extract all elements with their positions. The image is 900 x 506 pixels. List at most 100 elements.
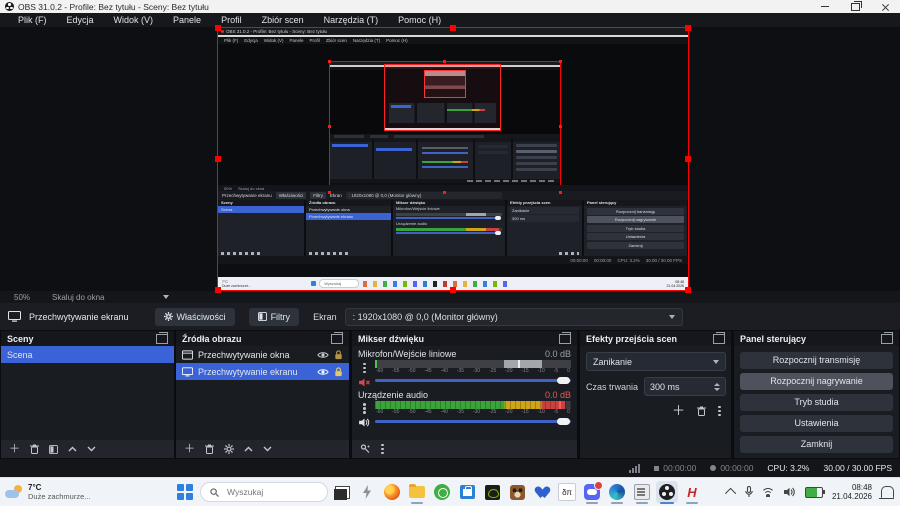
scene-filters-button[interactable] [49, 444, 58, 454]
search-input[interactable] [225, 486, 314, 498]
preview-canvas-screen-capture[interactable]: OBS 31.0.2 - Profile: Bez tytułu - Sceny… [215, 25, 691, 293]
close-button[interactable] [870, 0, 900, 13]
wifi-icon[interactable] [761, 487, 775, 497]
move-source-up-button[interactable] [244, 446, 253, 452]
document-app-icon[interactable] [631, 481, 653, 504]
clock[interactable]: 08:48 21.04.2026 [832, 483, 872, 502]
search-box[interactable] [200, 482, 328, 502]
selection-handle[interactable] [215, 25, 221, 31]
remove-source-button[interactable] [205, 444, 214, 454]
battery-icon[interactable] [804, 486, 825, 498]
transition-menu-kebab-icon[interactable] [718, 404, 721, 418]
lightning-icon[interactable] [356, 481, 378, 503]
selection-handle[interactable] [685, 25, 691, 31]
screen-select[interactable]: : 1920x1080 @ 0,0 (Monitor główny) [344, 307, 683, 326]
lock-icon[interactable] [334, 366, 343, 377]
source-properties-gear-button[interactable] [224, 444, 234, 454]
remove-transition-button[interactable] [697, 406, 706, 416]
mic-icon[interactable] [745, 486, 753, 498]
selection-handle[interactable] [450, 25, 456, 31]
math-app-icon[interactable]: δπ [556, 481, 578, 503]
mute-speaker-icon[interactable] [359, 377, 370, 387]
selection-handle[interactable] [215, 287, 221, 293]
control-button[interactable]: Tryb studia [740, 394, 893, 411]
mini-preview-canvas-level-3 [384, 64, 501, 131]
game-icon[interactable] [506, 481, 528, 503]
menu-item[interactable]: Edycja [57, 13, 104, 27]
popout-icon[interactable] [713, 331, 725, 344]
minimize-button[interactable] [810, 0, 840, 13]
task-view-icon[interactable] [331, 481, 353, 503]
add-scene-button[interactable]: ＋ [9, 443, 20, 455]
lock-icon[interactable] [334, 349, 343, 360]
spin-down-icon[interactable] [714, 387, 720, 391]
visibility-eye-icon[interactable] [317, 351, 329, 359]
control-button[interactable]: Rozpocznij nagrywanie [740, 373, 893, 390]
popout-icon[interactable] [331, 331, 343, 344]
tray-chevron-icon[interactable] [724, 487, 737, 500]
popout-icon[interactable] [881, 331, 893, 344]
mini-control-button: Zamknij [587, 241, 684, 249]
nvidia-icon[interactable] [481, 481, 503, 503]
discord-icon[interactable] [581, 481, 603, 504]
explorer-icon[interactable] [406, 481, 428, 504]
chevron-down-icon[interactable] [162, 295, 169, 299]
control-button[interactable]: Zamknij [740, 436, 893, 453]
add-transition-button[interactable]: ＋ [672, 404, 685, 417]
visibility-eye-icon[interactable] [317, 368, 329, 376]
edge-icon[interactable] [606, 481, 628, 504]
menu-item[interactable]: Panele [163, 13, 211, 27]
control-button[interactable]: Rozpocznij transmisję [740, 352, 893, 369]
store-icon[interactable] [456, 481, 478, 503]
menu-item[interactable]: Plik (F) [8, 13, 57, 27]
move-source-down-button[interactable] [263, 446, 272, 452]
scale-mode-label[interactable]: Skaluj do okna [52, 293, 104, 302]
whatsapp-icon[interactable] [431, 481, 453, 503]
obs-icon[interactable] [656, 481, 678, 504]
add-source-button[interactable]: ＋ [184, 443, 195, 455]
mini-menu-item: Zbiór scen [325, 38, 347, 43]
remove-scene-button[interactable] [30, 444, 39, 454]
mixer-menu-kebab-icon[interactable] [381, 442, 384, 456]
heart-app-icon[interactable] [531, 481, 553, 503]
duration-spinbox[interactable]: 300 ms [644, 377, 726, 396]
speaker-icon[interactable] [359, 418, 370, 427]
source-list-item[interactable]: Przechwytywanie okna [176, 346, 349, 363]
weather-widget[interactable]: 7°C Duże zachmurze... [5, 483, 155, 501]
notification-bell-icon[interactable] [879, 486, 894, 499]
selection-handle[interactable] [215, 156, 221, 162]
selection-handle[interactable] [685, 287, 691, 293]
transition-select[interactable]: Zanikanie [586, 352, 726, 371]
menu-item[interactable]: Pomoc (H) [388, 13, 451, 27]
volume-slider-mic[interactable] [375, 376, 571, 385]
move-scene-up-button[interactable] [68, 446, 77, 452]
channel-menu-kebab-icon[interactable] [363, 402, 366, 416]
volume-icon[interactable] [783, 487, 796, 497]
popout-icon[interactable] [559, 331, 571, 344]
start-button[interactable] [177, 484, 193, 500]
restore-button[interactable] [840, 0, 870, 13]
menu-item[interactable]: Narzędzia (T) [314, 13, 389, 27]
selection-handle[interactable] [685, 156, 691, 162]
h-app-icon[interactable]: H [681, 481, 703, 504]
slider-handle[interactable] [557, 417, 570, 425]
scene-list-item[interactable]: Scena [1, 346, 174, 363]
move-scene-down-button[interactable] [87, 446, 96, 452]
properties-button[interactable]: Właściwości [154, 307, 235, 326]
source-list-item[interactable]: Przechwytywanie ekranu [176, 363, 349, 380]
control-button[interactable]: Ustawienia [740, 415, 893, 432]
filters-button[interactable]: Filtry [248, 307, 300, 326]
mini-preview-canvas-level-4 [424, 70, 466, 98]
spin-up-icon[interactable] [714, 382, 720, 386]
slider-handle[interactable] [557, 377, 570, 384]
firefox-icon[interactable] [381, 481, 403, 503]
mini-selection-handle [559, 60, 562, 63]
mini-start-icon [311, 281, 317, 286]
channel-menu-kebab-icon[interactable] [363, 361, 366, 375]
selection-handle[interactable] [450, 287, 456, 293]
menu-item[interactable]: Widok (V) [104, 13, 164, 27]
popout-icon[interactable] [156, 331, 168, 344]
advanced-audio-properties-button[interactable] [360, 444, 371, 454]
volume-slider-desktop[interactable] [375, 417, 571, 426]
menu-item[interactable]: Zbiór scen [252, 13, 314, 27]
